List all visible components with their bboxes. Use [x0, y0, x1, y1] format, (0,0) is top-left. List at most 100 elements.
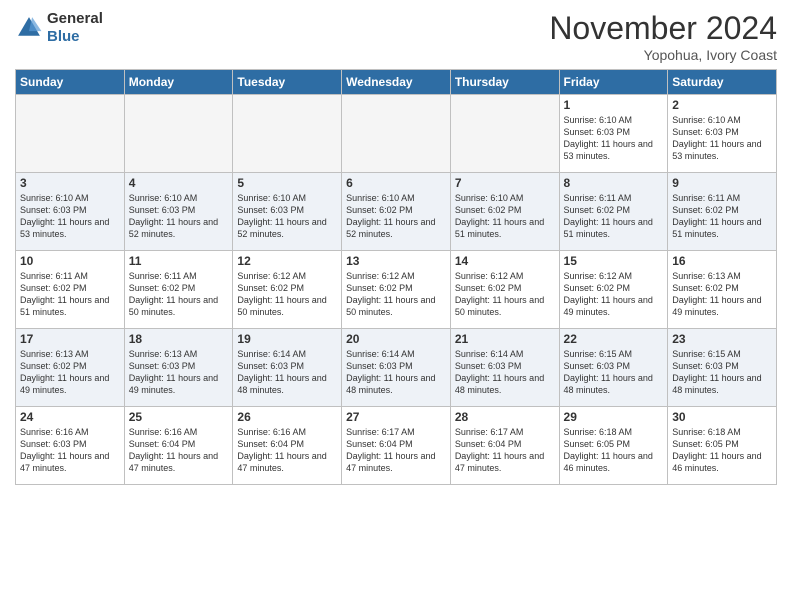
calendar-cell: 23 Sunrise: 6:15 AMSunset: 6:03 PMDayligh… — [668, 329, 777, 407]
calendar-cell: 14 Sunrise: 6:12 AMSunset: 6:02 PMDayligh… — [450, 251, 559, 329]
day-number: 16 — [672, 254, 772, 268]
day-info: Sunrise: 6:10 AMSunset: 6:03 PMDaylight:… — [20, 192, 120, 241]
day-info: Sunrise: 6:12 AMSunset: 6:02 PMDaylight:… — [346, 270, 446, 319]
calendar-cell: 5Sunrise: 6:10 AMSunset: 6:03 PMDaylight… — [233, 173, 342, 251]
calendar-cell: 17 Sunrise: 6:13 AMSunset: 6:02 PMDayligh… — [16, 329, 125, 407]
day-number: 24 — [20, 410, 120, 424]
calendar-cell: 4Sunrise: 6:10 AMSunset: 6:03 PMDaylight… — [124, 173, 233, 251]
calendar-cell: 2 Sunrise: 6:10 AMSunset: 6:03 PMDaylight… — [668, 95, 777, 173]
day-number: 21 — [455, 332, 555, 346]
day-info: Sunrise: 6:14 AMSunset: 6:03 PMDaylight:… — [237, 348, 337, 397]
logo: General Blue — [15, 10, 103, 46]
calendar-cell: 11Sunrise: 6:11 AMSunset: 6:02 PMDayligh… — [124, 251, 233, 329]
calendar-cell: 19 Sunrise: 6:14 AMSunset: 6:03 PMDayligh… — [233, 329, 342, 407]
calendar-table: SundayMondayTuesdayWednesdayThursdayFrid… — [15, 69, 777, 485]
day-info: Sunrise: 6:18 AMSunset: 6:05 PMDaylight:… — [672, 426, 772, 475]
day-number: 1 — [564, 98, 664, 112]
calendar-cell: 18 Sunrise: 6:13 AMSunset: 6:03 PMDayligh… — [124, 329, 233, 407]
day-number: 22 — [564, 332, 664, 346]
day-info: Sunrise: 6:13 AMSunset: 6:02 PMDaylight:… — [20, 348, 120, 397]
weekday-header-thursday: Thursday — [450, 70, 559, 95]
calendar-cell — [342, 95, 451, 173]
day-number: 11 — [129, 254, 229, 268]
day-info: Sunrise: 6:11 AMSunset: 6:02 PMDaylight:… — [20, 270, 120, 319]
calendar-cell: 21 Sunrise: 6:14 AMSunset: 6:03 PMDayligh… — [450, 329, 559, 407]
day-number: 27 — [346, 410, 446, 424]
weekday-header-wednesday: Wednesday — [342, 70, 451, 95]
day-info: Sunrise: 6:17 AMSunset: 6:04 PMDaylight:… — [455, 426, 555, 475]
calendar-cell: 30 Sunrise: 6:18 AMSunset: 6:05 PMDayligh… — [668, 407, 777, 485]
calendar-week-row: 17 Sunrise: 6:13 AMSunset: 6:02 PMDayligh… — [16, 329, 777, 407]
day-number: 17 — [20, 332, 120, 346]
day-info: Sunrise: 6:11 AMSunset: 6:02 PMDaylight:… — [672, 192, 772, 241]
calendar-cell: 27 Sunrise: 6:17 AMSunset: 6:04 PMDayligh… — [342, 407, 451, 485]
day-number: 25 — [129, 410, 229, 424]
calendar-cell: 25 Sunrise: 6:16 AMSunset: 6:04 PMDayligh… — [124, 407, 233, 485]
logo-general: General — [47, 10, 103, 28]
calendar-cell: 12Sunrise: 6:12 AMSunset: 6:02 PMDayligh… — [233, 251, 342, 329]
day-number: 7 — [455, 176, 555, 190]
day-number: 4 — [129, 176, 229, 190]
weekday-header-monday: Monday — [124, 70, 233, 95]
calendar-cell — [16, 95, 125, 173]
calendar-cell: 10 Sunrise: 6:11 AMSunset: 6:02 PMDayligh… — [16, 251, 125, 329]
day-number: 29 — [564, 410, 664, 424]
day-number: 23 — [672, 332, 772, 346]
header: General Blue November 2024 Yopohua, Ivor… — [15, 10, 777, 63]
day-number: 19 — [237, 332, 337, 346]
calendar-cell: 26 Sunrise: 6:16 AMSunset: 6:04 PMDayligh… — [233, 407, 342, 485]
calendar-cell: 16Sunrise: 6:13 AMSunset: 6:02 PMDayligh… — [668, 251, 777, 329]
calendar-cell: 8Sunrise: 6:11 AMSunset: 6:02 PMDaylight… — [559, 173, 668, 251]
month-title: November 2024 — [549, 10, 777, 47]
day-info: Sunrise: 6:16 AMSunset: 6:03 PMDaylight:… — [20, 426, 120, 475]
weekday-header-row: SundayMondayTuesdayWednesdayThursdayFrid… — [16, 70, 777, 95]
calendar-cell: 9 Sunrise: 6:11 AMSunset: 6:02 PMDaylight… — [668, 173, 777, 251]
day-info: Sunrise: 6:16 AMSunset: 6:04 PMDaylight:… — [237, 426, 337, 475]
calendar-cell — [233, 95, 342, 173]
weekday-header-friday: Friday — [559, 70, 668, 95]
day-info: Sunrise: 6:18 AMSunset: 6:05 PMDaylight:… — [564, 426, 664, 475]
day-number: 14 — [455, 254, 555, 268]
day-info: Sunrise: 6:10 AMSunset: 6:02 PMDaylight:… — [346, 192, 446, 241]
day-info: Sunrise: 6:16 AMSunset: 6:04 PMDaylight:… — [129, 426, 229, 475]
day-number: 12 — [237, 254, 337, 268]
day-number: 10 — [20, 254, 120, 268]
day-number: 30 — [672, 410, 772, 424]
day-info: Sunrise: 6:12 AMSunset: 6:02 PMDaylight:… — [455, 270, 555, 319]
calendar-week-row: 10 Sunrise: 6:11 AMSunset: 6:02 PMDayligh… — [16, 251, 777, 329]
day-number: 18 — [129, 332, 229, 346]
day-info: Sunrise: 6:14 AMSunset: 6:03 PMDaylight:… — [455, 348, 555, 397]
calendar-cell: 7 Sunrise: 6:10 AMSunset: 6:02 PMDaylight… — [450, 173, 559, 251]
calendar-cell: 29 Sunrise: 6:18 AMSunset: 6:05 PMDayligh… — [559, 407, 668, 485]
day-number: 26 — [237, 410, 337, 424]
day-info: Sunrise: 6:10 AMSunset: 6:03 PMDaylight:… — [672, 114, 772, 163]
day-number: 6 — [346, 176, 446, 190]
calendar-cell: 20Sunrise: 6:14 AMSunset: 6:03 PMDayligh… — [342, 329, 451, 407]
calendar-cell: 6 Sunrise: 6:10 AMSunset: 6:02 PMDaylight… — [342, 173, 451, 251]
day-number: 2 — [672, 98, 772, 112]
calendar-cell — [450, 95, 559, 173]
calendar-page: General Blue November 2024 Yopohua, Ivor… — [0, 0, 792, 612]
weekday-header-tuesday: Tuesday — [233, 70, 342, 95]
day-info: Sunrise: 6:13 AMSunset: 6:03 PMDaylight:… — [129, 348, 229, 397]
day-number: 15 — [564, 254, 664, 268]
day-info: Sunrise: 6:11 AMSunset: 6:02 PMDaylight:… — [564, 192, 664, 241]
day-info: Sunrise: 6:10 AMSunset: 6:02 PMDaylight:… — [455, 192, 555, 241]
weekday-header-saturday: Saturday — [668, 70, 777, 95]
title-block: November 2024 Yopohua, Ivory Coast — [549, 10, 777, 63]
day-number: 13 — [346, 254, 446, 268]
calendar-cell — [124, 95, 233, 173]
day-info: Sunrise: 6:15 AMSunset: 6:03 PMDaylight:… — [564, 348, 664, 397]
day-info: Sunrise: 6:10 AMSunset: 6:03 PMDaylight:… — [237, 192, 337, 241]
logo-blue: Blue — [47, 28, 103, 46]
day-info: Sunrise: 6:12 AMSunset: 6:02 PMDaylight:… — [564, 270, 664, 319]
day-info: Sunrise: 6:15 AMSunset: 6:03 PMDaylight:… — [672, 348, 772, 397]
weekday-header-sunday: Sunday — [16, 70, 125, 95]
location-title: Yopohua, Ivory Coast — [549, 47, 777, 63]
day-info: Sunrise: 6:17 AMSunset: 6:04 PMDaylight:… — [346, 426, 446, 475]
calendar-week-row: 1 Sunrise: 6:10 AMSunset: 6:03 PMDaylight… — [16, 95, 777, 173]
calendar-cell: 24 Sunrise: 6:16 AMSunset: 6:03 PMDayligh… — [16, 407, 125, 485]
day-info: Sunrise: 6:10 AMSunset: 6:03 PMDaylight:… — [564, 114, 664, 163]
day-number: 28 — [455, 410, 555, 424]
day-number: 9 — [672, 176, 772, 190]
